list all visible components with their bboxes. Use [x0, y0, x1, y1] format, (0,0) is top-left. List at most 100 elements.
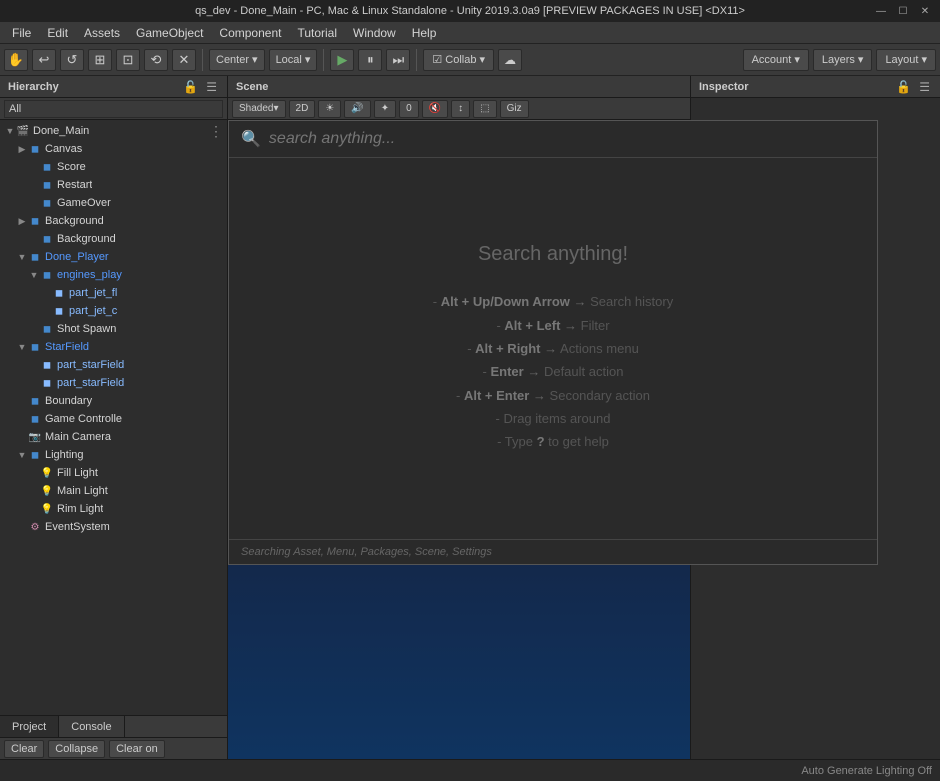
gizmos-button[interactable]: Giz	[500, 100, 529, 118]
menu-edit[interactable]: Edit	[39, 24, 76, 42]
tree-item-part-starfield-2[interactable]: ◼ part_starField	[0, 374, 227, 392]
tree-item-done-player[interactable]: ▼ ◼ Done_Player	[0, 248, 227, 266]
tree-item-background-child[interactable]: ◼ Background	[0, 230, 227, 248]
tree-item-canvas[interactable]: ▶ ◼ Canvas	[0, 140, 227, 158]
tool-rect[interactable]: ⊡	[116, 49, 140, 71]
hierarchy-header: Hierarchy 🔓 ☰	[0, 76, 227, 98]
tree-item-part-starfield-1[interactable]: ◼ part_starField	[0, 356, 227, 374]
menu-tutorial[interactable]: Tutorial	[289, 24, 345, 42]
tool-hand[interactable]: ✋	[4, 49, 28, 71]
local-button[interactable]: Local ▾	[269, 49, 318, 71]
tree-item-lighting[interactable]: ▼ ◼ Lighting	[0, 446, 227, 464]
effects-toggle[interactable]: ✦	[374, 100, 396, 118]
center-area: Scene Shaded ▾ 2D ☀ 🔊 ✦ 0 🔇 ↕ ⬚ Giz	[228, 76, 690, 759]
center-arrow: ▾	[252, 53, 258, 66]
layout-button[interactable]: Layout ▾	[876, 49, 936, 71]
tree-item-restart[interactable]: ◼ Restart	[0, 176, 227, 194]
tree-item-rim-light[interactable]: 💡 Rim Light	[0, 500, 227, 518]
sky-toggle[interactable]: ↕	[451, 100, 470, 118]
2d-button[interactable]: 2D	[289, 100, 316, 118]
shading-dropdown[interactable]: Shaded ▾	[232, 100, 286, 118]
tab-console[interactable]: Console	[59, 716, 124, 738]
tool-transform[interactable]: ⟲	[144, 49, 168, 71]
cloud-button[interactable]: ☁	[498, 49, 522, 71]
inspector-lock-icon[interactable]: 🔓	[894, 80, 913, 94]
tree-arrow-engines-play: ▼	[28, 270, 40, 280]
minimize-button[interactable]: —	[874, 4, 888, 18]
menu-file[interactable]: File	[4, 24, 39, 42]
hierarchy-lock-icon[interactable]: 🔓	[181, 80, 200, 94]
camera-effects[interactable]: 0	[399, 100, 419, 118]
tree-item-part-jet-fl[interactable]: ◼ part_jet_fl	[0, 284, 227, 302]
inspector-menu-icon[interactable]: ☰	[917, 80, 932, 94]
hint-text-4: Default action	[544, 364, 624, 379]
search-icon: 🔍	[241, 129, 261, 149]
maximize-button[interactable]: ☐	[896, 4, 910, 18]
audio-toggle[interactable]: 🔊	[344, 100, 370, 118]
tool-scale[interactable]: ⊞	[88, 49, 112, 71]
tree-item-gameover[interactable]: ◼ GameOver	[0, 194, 227, 212]
hint-prefix-5: -	[456, 388, 464, 403]
tree-item-event-system[interactable]: ⚙ EventSystem	[0, 518, 227, 536]
tab-project[interactable]: Project	[0, 716, 59, 738]
pause-button[interactable]: ⏸	[358, 49, 382, 71]
play-button[interactable]: ▶	[330, 49, 354, 71]
shading-arrow: ▾	[273, 103, 278, 114]
clear-on-button[interactable]: Clear on	[109, 740, 165, 758]
tool-move[interactable]: ↩	[32, 49, 56, 71]
tree-label-fill-light: Fill Light	[57, 467, 98, 479]
bottom-toolbar: Clear Collapse Clear on	[0, 737, 227, 759]
hint-key-4: Enter	[490, 364, 523, 379]
tree-item-game-controller[interactable]: ◼ Game Controlle	[0, 410, 227, 428]
cube-icon-canvas: ◼	[28, 142, 42, 156]
tree-item-boundary[interactable]: ◼ Boundary	[0, 392, 227, 410]
collab-button[interactable]: ☑ Collab ▾	[423, 49, 494, 71]
tree-item-score[interactable]: ◼ Score	[0, 158, 227, 176]
title-text: qs_dev - Done_Main - PC, Mac & Linux Sta…	[8, 5, 932, 17]
search-input[interactable]	[269, 130, 865, 148]
tree-item-main-camera[interactable]: 📷 Main Camera	[0, 428, 227, 446]
step-button[interactable]: ⏭	[386, 49, 410, 71]
tree-item-done-main[interactable]: ▼ 🎬 Done_Main ⋮	[0, 122, 227, 140]
hierarchy-search-input[interactable]	[4, 100, 223, 118]
close-button[interactable]: ✕	[918, 4, 932, 18]
shading-label: Shaded	[239, 103, 273, 114]
hidden-toggle[interactable]: ⬚	[473, 100, 496, 118]
menu-window[interactable]: Window	[345, 24, 404, 42]
tree-arrow-starfield: ▼	[16, 342, 28, 352]
hint-key-7: ?	[537, 434, 545, 449]
camera-icon-main-camera: 📷	[28, 430, 42, 444]
tree-item-engines-play[interactable]: ▼ ◼ engines_play	[0, 266, 227, 284]
clear-button[interactable]: Clear	[4, 740, 44, 758]
tool-rotate[interactable]: ↺	[60, 49, 84, 71]
layers-button[interactable]: Layers ▾	[813, 49, 873, 71]
hierarchy-menu-icon[interactable]: ☰	[204, 80, 219, 94]
account-button[interactable]: Account ▾	[743, 49, 809, 71]
tree-label-starfield: StarField	[45, 341, 89, 353]
center-button[interactable]: Center ▾	[209, 49, 265, 71]
tree-item-fill-light[interactable]: 💡 Fill Light	[0, 464, 227, 482]
collapse-button[interactable]: Collapse	[48, 740, 105, 758]
tree-item-part-jet-c[interactable]: ◼ part_jet_c	[0, 302, 227, 320]
account-arrow: ▾	[794, 53, 800, 66]
tool-custom[interactable]: ✕	[172, 49, 196, 71]
tree-item-shot-spawn[interactable]: ◼ Shot Spawn	[0, 320, 227, 338]
lighting-toggle[interactable]: ☀	[318, 100, 341, 118]
menu-component[interactable]: Component	[211, 24, 289, 42]
event-icon-event-system: ⚙	[28, 520, 42, 534]
audio-off[interactable]: 🔇	[422, 100, 448, 118]
tree-item-background[interactable]: ▶ ◼ Background	[0, 212, 227, 230]
hint-text-5: Secondary action	[550, 388, 650, 403]
cube-icon-part-starfield-2: ◼	[40, 376, 54, 390]
tree-item-starfield[interactable]: ▼ ◼ StarField	[0, 338, 227, 356]
center-label: Center	[216, 54, 249, 66]
search-footer: Searching Asset, Menu, Packages, Scene, …	[229, 539, 877, 564]
menu-gameobject[interactable]: GameObject	[128, 24, 211, 42]
menu-assets[interactable]: Assets	[76, 24, 128, 42]
menu-help[interactable]: Help	[404, 24, 445, 42]
cube-icon-done-player: ◼	[28, 250, 42, 264]
tree-item-main-light[interactable]: 💡 Main Light	[0, 482, 227, 500]
hint-alt-left: - Alt + Left → Filter	[433, 314, 673, 337]
tree-menu-done-main[interactable]: ⋮	[209, 123, 223, 140]
tree-label-boundary: Boundary	[45, 395, 92, 407]
